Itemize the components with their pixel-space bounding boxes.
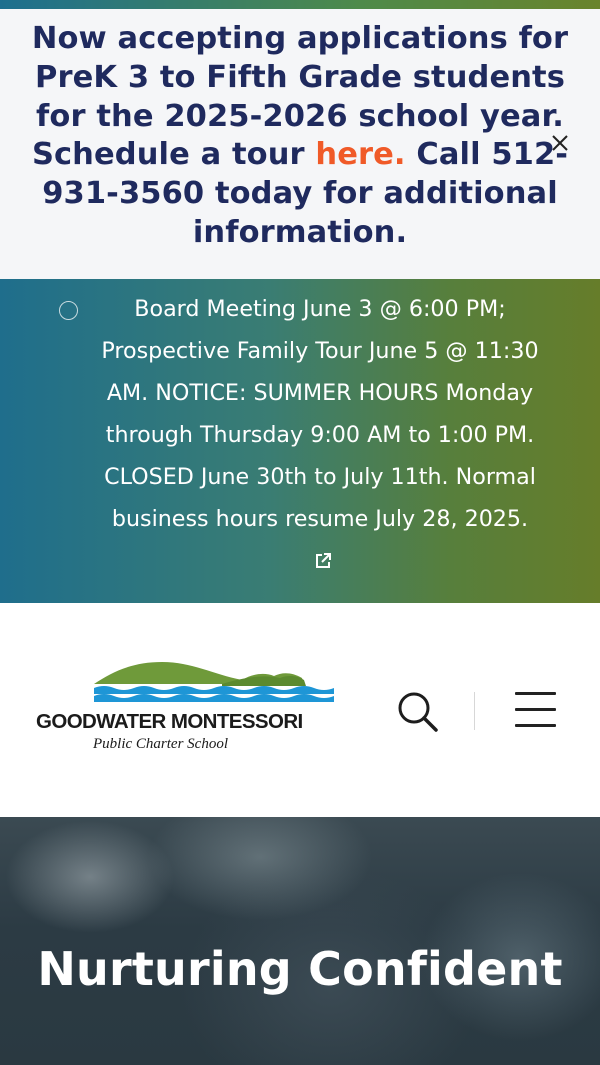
search-icon <box>398 692 438 732</box>
schedule-tour-link[interactable]: here. <box>315 137 405 172</box>
notice-text: Board Meeting June 3 @ 6:00 PM; Prospect… <box>101 296 539 532</box>
circle-bullet-icon <box>59 301 78 320</box>
hero-title: Nurturing Confident <box>37 942 563 996</box>
hamburger-menu-icon <box>515 692 556 695</box>
logo-hills-water-icon <box>94 662 334 702</box>
header-divider <box>474 692 475 730</box>
logo-tagline: Public Charter School <box>93 736 228 752</box>
school-logo[interactable]: GOODWATER MONTESSORI Public Charter Scho… <box>36 658 342 758</box>
menu-button[interactable] <box>512 690 560 730</box>
announcement-text: Now accepting applications for PreK 3 to… <box>24 20 576 253</box>
external-link-icon <box>316 553 331 568</box>
search-button[interactable] <box>395 689 441 735</box>
logo-name: GOODWATER MONTESSORI <box>36 710 303 733</box>
top-accent-strip <box>0 0 600 9</box>
hero-section <box>0 817 600 1065</box>
hamburger-menu-icon-bar <box>515 724 556 727</box>
hamburger-menu-icon-bar <box>515 708 556 711</box>
close-icon <box>552 135 568 151</box>
close-announcement-button[interactable] <box>547 130 573 156</box>
notice-link[interactable]: Board Meeting June 3 @ 6:00 PM; Prospect… <box>100 288 540 582</box>
